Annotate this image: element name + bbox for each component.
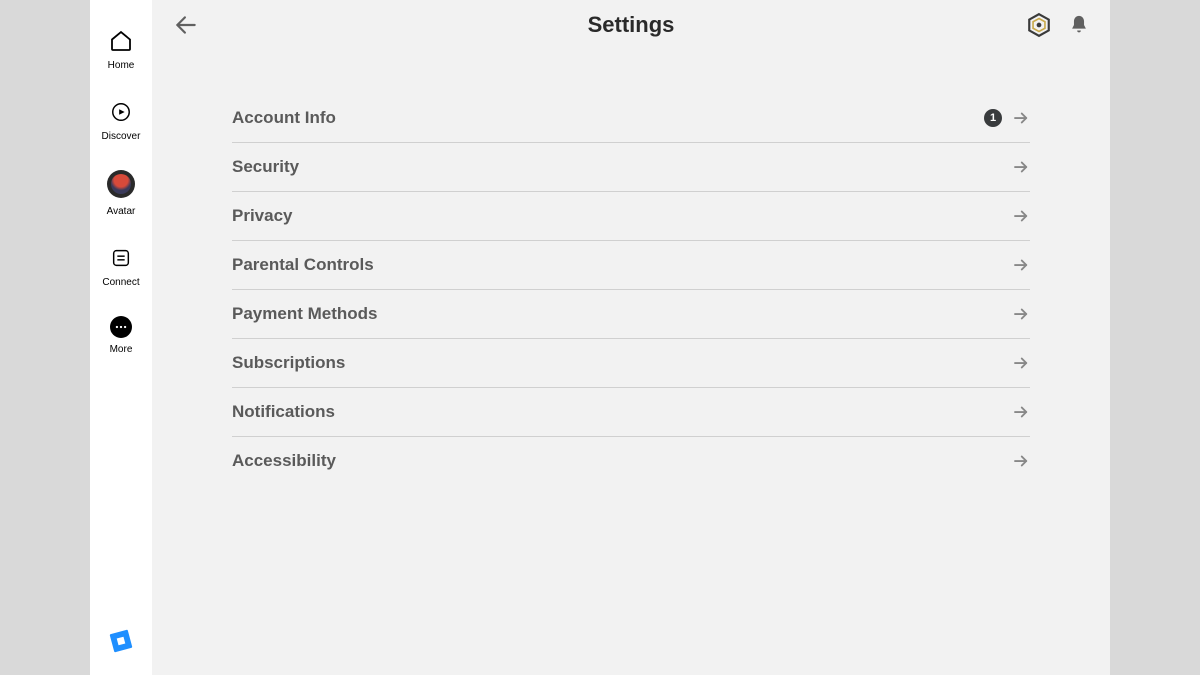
- avatar-icon: [107, 170, 135, 198]
- studio-logo-button[interactable]: [107, 627, 135, 655]
- robux-button[interactable]: [1026, 12, 1052, 38]
- discover-icon: [108, 99, 134, 125]
- more-icon: [110, 316, 132, 338]
- settings-item-label: Privacy: [232, 206, 293, 226]
- arrow-right-icon: [1012, 452, 1030, 470]
- header-actions: [1026, 12, 1090, 38]
- settings-item-right: [1012, 403, 1030, 421]
- sidebar-item-connect[interactable]: Connect: [90, 245, 152, 288]
- arrow-left-icon: [173, 12, 199, 38]
- settings-item-right: [1012, 158, 1030, 176]
- sidebar-item-discover[interactable]: Discover: [90, 99, 152, 142]
- settings-item-label: Payment Methods: [232, 304, 377, 324]
- arrow-right-icon: [1012, 158, 1030, 176]
- app-container: Home Discover Avatar: [90, 0, 1110, 675]
- bell-icon: [1068, 14, 1090, 36]
- settings-item-privacy[interactable]: Privacy: [232, 192, 1030, 241]
- notifications-button[interactable]: [1068, 14, 1090, 36]
- settings-item-label: Account Info: [232, 108, 336, 128]
- header: Settings: [152, 0, 1110, 50]
- studio-icon: [107, 627, 135, 655]
- sidebar-item-more[interactable]: More: [90, 316, 152, 355]
- settings-item-parental-controls[interactable]: Parental Controls: [232, 241, 1030, 290]
- sidebar-item-label: Connect: [102, 277, 139, 288]
- arrow-right-icon: [1012, 305, 1030, 323]
- sidebar-item-home[interactable]: Home: [90, 28, 152, 71]
- sidebar-item-label: Avatar: [107, 206, 136, 217]
- settings-item-label: Notifications: [232, 402, 335, 422]
- settings-item-security[interactable]: Security: [232, 143, 1030, 192]
- arrow-right-icon: [1012, 403, 1030, 421]
- sidebar-item-label: More: [110, 344, 133, 355]
- settings-item-accessibility[interactable]: Accessibility: [232, 437, 1030, 485]
- settings-item-right: [1012, 354, 1030, 372]
- arrow-right-icon: [1012, 207, 1030, 225]
- settings-item-right: [1012, 256, 1030, 274]
- settings-list: Account Info 1 Security: [152, 50, 1110, 485]
- settings-item-payment-methods[interactable]: Payment Methods: [232, 290, 1030, 339]
- sidebar: Home Discover Avatar: [90, 0, 152, 675]
- sidebar-item-label: Discover: [102, 131, 141, 142]
- settings-item-account-info[interactable]: Account Info 1: [232, 94, 1030, 143]
- settings-item-right: 1: [984, 109, 1030, 127]
- connect-icon: [108, 245, 134, 271]
- arrow-right-icon: [1012, 354, 1030, 372]
- arrow-right-icon: [1012, 256, 1030, 274]
- home-icon: [108, 28, 134, 54]
- settings-item-right: [1012, 452, 1030, 470]
- settings-item-notifications[interactable]: Notifications: [232, 388, 1030, 437]
- sidebar-item-label: Home: [108, 60, 135, 71]
- settings-item-label: Accessibility: [232, 451, 336, 471]
- back-button[interactable]: [172, 11, 200, 39]
- settings-item-label: Parental Controls: [232, 255, 374, 275]
- content: Settings Accou: [152, 0, 1110, 675]
- sidebar-item-avatar[interactable]: Avatar: [90, 170, 152, 217]
- settings-item-label: Security: [232, 157, 299, 177]
- arrow-right-icon: [1012, 109, 1030, 127]
- settings-item-right: [1012, 207, 1030, 225]
- settings-item-subscriptions[interactable]: Subscriptions: [232, 339, 1030, 388]
- robux-icon: [1026, 12, 1052, 38]
- badge: 1: [984, 109, 1002, 127]
- settings-item-label: Subscriptions: [232, 353, 345, 373]
- settings-item-right: [1012, 305, 1030, 323]
- page-title: Settings: [588, 12, 675, 38]
